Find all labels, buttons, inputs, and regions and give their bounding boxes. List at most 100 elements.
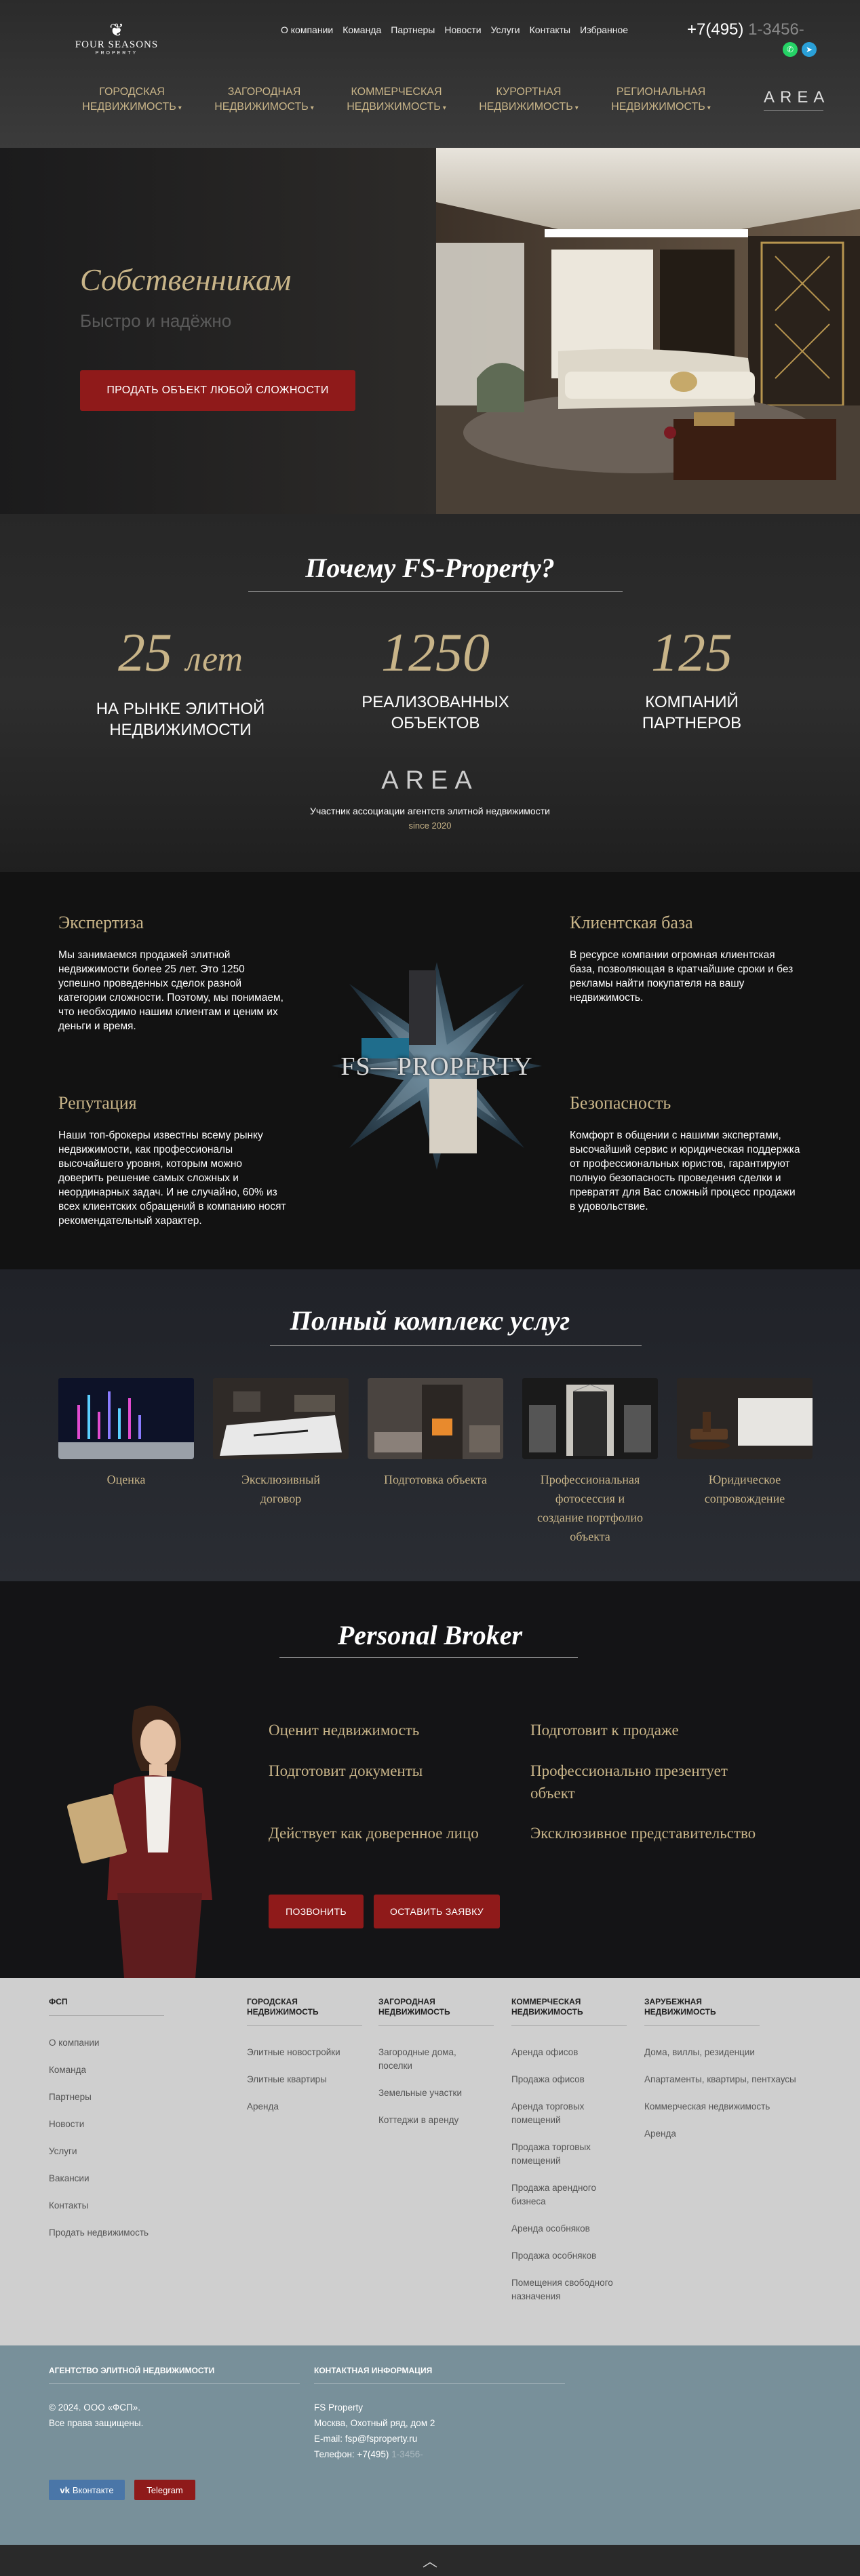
nav-services[interactable]: Услуги (491, 24, 520, 35)
contact-phone[interactable]: Телефон: +7(495) 1-3456- (314, 2446, 435, 2462)
service-label: Профессиональная (540, 1473, 640, 1486)
footer-col-country: Загородные дома, поселки Земельные участ… (378, 2046, 473, 2141)
broker-portrait (60, 1697, 236, 1978)
vk-button[interactable]: vk Вконтакте (49, 2480, 125, 2500)
whatsapp-icon[interactable]: ✆ (783, 42, 798, 57)
nav-country-realty[interactable]: ЗАГОРОДНАЯ НЕДВИЖИМОСТЬ ▾ (198, 85, 330, 116)
footer-link[interactable]: Апартаменты, квартиры, пентхаусы (644, 2073, 821, 2086)
agency-heading: АГЕНТСТВО ЭЛИТНОЙ НЕДВИЖИМОСТИ (49, 2366, 300, 2384)
footer-col-foreign: Дома, виллы, резиденции Апартаменты, ква… (644, 2046, 821, 2154)
footer-link[interactable]: Продажа торговых помещений (511, 2141, 627, 2168)
nav-label: НЕДВИЖИМОСТЬ (82, 101, 176, 113)
stat-years: 25 лет НА РЫНКЕ ЭЛИТНОЙ НЕДВИЖИМОСТИ (79, 624, 282, 740)
area-association-logo[interactable]: AREA (0, 766, 860, 795)
why-title: Почему FS-Property? (305, 553, 555, 583)
footer-col-fsp: О компании Команда Партнеры Новости Услу… (49, 2036, 149, 2253)
telegram-button[interactable]: Telegram (134, 2480, 195, 2500)
services-title: Полный комплекс услуг (290, 1305, 570, 1336)
sell-object-button[interactable]: ПРОДАТЬ ОБЪЕКТ ЛЮБОЙ СЛОЖНОСТИ (80, 370, 355, 411)
header-phone[interactable]: +7(495) 1-3456- (687, 20, 804, 39)
footer-link[interactable]: Коттеджи в аренду (378, 2114, 473, 2127)
nav-label: ГОРОДСКАЯ (99, 86, 165, 98)
stat-label: ОБЪЕКТОВ (391, 714, 480, 732)
nav-label: РЕГИОНАЛЬНАЯ (616, 86, 706, 98)
hero-title: Собственникам (80, 262, 292, 297)
footer-link[interactable]: Аренда (247, 2100, 340, 2114)
nav-resort-realty[interactable]: КУРОРТНАЯ НЕДВИЖИМОСТЬ ▾ (463, 85, 595, 116)
footer-link[interactable]: Аренда офисов (511, 2046, 627, 2059)
feature-client-base: Клиентская база В ресурсе компании огром… (570, 913, 800, 1005)
request-button[interactable]: ОСТАВИТЬ ЗАЯВКУ (374, 1895, 500, 1928)
footer-link[interactable]: Загородные дома, поселки (378, 2046, 473, 2073)
footer-col-heading: ФСП (49, 1997, 68, 2006)
contact-email[interactable]: E-mail: fsp@fsproperty.ru (314, 2431, 435, 2446)
why-section: Почему FS-Property? 25 лет НА РЫНКЕ ЭЛИТ… (0, 514, 860, 872)
contact-phone-number: 1-3456- (391, 2449, 423, 2459)
broker-item-present: Профессионально презентует объект (530, 1762, 728, 1802)
footer-link[interactable]: Продажа особняков (511, 2249, 627, 2263)
footer-link[interactable]: Команда (49, 2063, 149, 2077)
footer-link[interactable]: Дома, виллы, резиденции (644, 2046, 821, 2059)
nav-city-realty[interactable]: ГОРОДСКАЯ НЕДВИЖИМОСТЬ ▾ (66, 85, 198, 116)
service-label: создание портфолио (537, 1511, 643, 1524)
vk-label: Вконтакте (72, 2484, 114, 2495)
logo[interactable]: ❦ FOUR SEASONS PROPERTY (75, 20, 159, 56)
hero-section: Собственникам Быстро и надёжно ПРОДАТЬ О… (0, 148, 860, 514)
nav-label: НЕДВИЖИМОСТЬ (479, 101, 573, 113)
footer-link[interactable]: Партнеры (49, 2090, 149, 2104)
service-legal-support[interactable]: Юридическое сопровождение (677, 1378, 813, 1508)
nav-regional-realty[interactable]: РЕГИОНАЛЬНАЯ НЕДВИЖИМОСТЬ ▾ (595, 85, 727, 116)
footer-link[interactable]: Коммерческая недвижимость (644, 2100, 821, 2114)
telegram-icon[interactable]: ➤ (802, 42, 817, 57)
service-object-preparation[interactable]: Подготовка объекта (368, 1378, 503, 1489)
footer-col-title: КОММЕРЧЕСКАЯ НЕДВИЖИМОСТЬ (511, 1997, 627, 2026)
footer-link[interactable]: Продажа офисов (511, 2073, 627, 2086)
service-photo-portfolio[interactable]: Профессиональная фотосессия и создание пор… (522, 1378, 658, 1546)
phone-number: 1-3456- (748, 20, 804, 39)
call-button[interactable]: ПОЗВОНИТЬ (269, 1895, 364, 1928)
copyright-line: Все права защищены. (49, 2418, 144, 2428)
feature-text: Мы занимаемся продажей элитной недвижимо… (58, 949, 284, 1032)
nav-about[interactable]: О компании (281, 24, 333, 35)
footer-link[interactable]: Контакты (49, 2199, 149, 2213)
contact-heading: КОНТАКТНАЯ ИНФОРМАЦИЯ (314, 2366, 565, 2384)
area-logo[interactable]: AREA (764, 88, 829, 111)
footer-link[interactable]: Аренда особняков (511, 2222, 627, 2236)
logo-tree-icon: ❦ (109, 20, 124, 40)
footer-link[interactable]: Аренда (644, 2127, 821, 2141)
nav-partners[interactable]: Партнеры (391, 24, 435, 35)
footer-link[interactable]: Земельные участки (378, 2086, 473, 2100)
feature-title: Безопасность (570, 1093, 671, 1113)
service-label: фотосессия и (555, 1492, 625, 1505)
fs-property-emblem: FS—PROPERTY (328, 957, 546, 1175)
footer-bottom: АГЕНТСТВО ЭЛИТНОЙ НЕДВИЖИМОСТИ © 2024. О… (0, 2345, 860, 2545)
footer-link[interactable]: Продажа арендного бизнеса (511, 2181, 627, 2208)
scroll-top-button[interactable]: ︿ (0, 2545, 860, 2576)
broker-item-exclusive: Эксклюзивное представительство (530, 1825, 756, 1842)
footer-link[interactable]: О компании (49, 2036, 149, 2050)
nav-news[interactable]: Новости (444, 24, 481, 35)
broker-item-proxy: Действует как доверенное лицо (269, 1825, 479, 1842)
divider (279, 1657, 578, 1658)
broker-title: Personal Broker (337, 1620, 523, 1650)
service-label: объекта (570, 1530, 610, 1543)
nav-commercial-realty[interactable]: КОММЕРЧЕСКАЯ НЕДВИЖИМОСТЬ ▾ (330, 85, 463, 116)
footer-link[interactable]: Элитные квартиры (247, 2073, 340, 2086)
nav-favorites[interactable]: Избранное (580, 24, 628, 35)
footer-link[interactable]: Элитные новостройки (247, 2046, 340, 2059)
footer-link[interactable]: Новости (49, 2118, 149, 2131)
footer-link[interactable]: Помещения свободного назначения (511, 2276, 627, 2303)
feature-title: Клиентская база (570, 913, 693, 932)
logo-sub: PROPERTY (95, 51, 138, 56)
service-appraisal[interactable]: Оценка (58, 1378, 194, 1489)
service-exclusive-contract[interactable]: Эксклюзивный договор (213, 1378, 349, 1508)
nav-team[interactable]: Команда (343, 24, 381, 35)
footer-link[interactable]: Продать недвижимость (49, 2226, 149, 2240)
footer-link[interactable]: Услуги (49, 2145, 149, 2158)
footer-link[interactable]: Вакансии (49, 2172, 149, 2185)
service-image (522, 1378, 658, 1459)
footer-col-heading: ЗАРУБЕЖНАЯ (644, 1997, 702, 2006)
divider (248, 591, 623, 592)
footer-link[interactable]: Аренда торговых помещений (511, 2100, 627, 2127)
nav-contacts[interactable]: Контакты (530, 24, 570, 35)
